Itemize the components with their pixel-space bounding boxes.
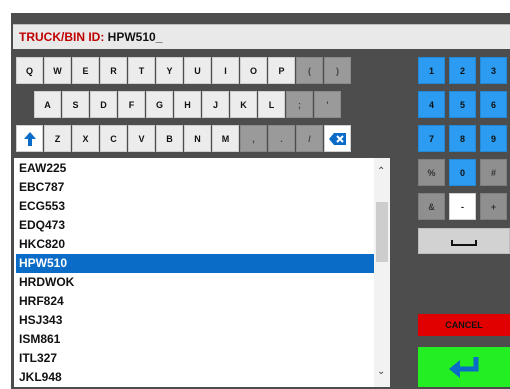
key-3[interactable]: 3 [480, 57, 507, 84]
key-h[interactable]: H [174, 91, 201, 118]
backspace-key[interactable] [324, 125, 351, 152]
list-item[interactable]: EAW225 [16, 159, 375, 178]
key-4[interactable]: 4 [418, 91, 445, 118]
list-item[interactable]: ISM861 [16, 330, 375, 349]
scrollbar-thumb[interactable] [376, 202, 388, 262]
key-o[interactable]: O [240, 57, 267, 84]
key-6[interactable]: 6 [480, 91, 507, 118]
space-key[interactable] [418, 228, 510, 254]
app-window: TRUCK/BIN ID: HPW510_ Q W E R T Y U I O … [11, 13, 510, 389]
list-item[interactable]: EBC787 [16, 178, 375, 197]
key-d[interactable]: D [90, 91, 117, 118]
list-item[interactable]: ECG553 [16, 197, 375, 216]
shift-key[interactable] [16, 125, 43, 152]
key-k[interactable]: K [230, 91, 257, 118]
key-ampersand[interactable]: & [418, 193, 445, 220]
key-j[interactable]: J [202, 91, 229, 118]
scroll-up-icon[interactable]: ⌃ [377, 166, 385, 177]
key-t[interactable]: T [128, 57, 155, 84]
key-open-paren[interactable]: ( [296, 57, 323, 84]
key-9[interactable]: 9 [480, 125, 507, 152]
enter-icon [449, 357, 479, 378]
key-2[interactable]: 2 [449, 57, 476, 84]
truck-id-value: HPW510_ [107, 30, 163, 44]
cancel-button[interactable]: CANCEL [418, 314, 510, 336]
scroll-down-icon[interactable]: ⌄ [377, 366, 385, 377]
key-w[interactable]: W [44, 57, 71, 84]
key-z[interactable]: Z [44, 125, 71, 152]
input-bar[interactable]: TRUCK/BIN ID: HPW510_ [13, 24, 510, 49]
key-semicolon[interactable]: ; [286, 91, 313, 118]
list-item-selected[interactable]: HPW510 [16, 254, 375, 273]
key-b[interactable]: B [156, 125, 183, 152]
space-icon [451, 240, 477, 246]
key-close-paren[interactable]: ) [324, 57, 351, 84]
key-u[interactable]: U [184, 57, 211, 84]
key-f[interactable]: F [118, 91, 145, 118]
key-n[interactable]: N [184, 125, 211, 152]
list-item[interactable]: EDQ473 [16, 216, 375, 235]
key-x[interactable]: X [72, 125, 99, 152]
key-slash[interactable]: / [296, 125, 323, 152]
key-7[interactable]: 7 [418, 125, 445, 152]
key-c[interactable]: C [100, 125, 127, 152]
enter-button[interactable] [418, 347, 510, 387]
truck-id-display: TRUCK/BIN ID: HPW510_ [19, 30, 162, 44]
key-r[interactable]: R [100, 57, 127, 84]
backspace-icon [328, 132, 346, 145]
list-item[interactable]: HSJ343 [16, 311, 375, 330]
list-item[interactable]: ITL327 [16, 349, 375, 368]
key-percent[interactable]: % [418, 159, 445, 186]
truck-id-label: TRUCK/BIN ID: [19, 30, 105, 44]
key-s[interactable]: S [62, 91, 89, 118]
key-hash[interactable]: # [480, 159, 507, 186]
key-minus[interactable]: - [449, 193, 476, 220]
key-g[interactable]: G [146, 91, 173, 118]
key-8[interactable]: 8 [449, 125, 476, 152]
key-v[interactable]: V [128, 125, 155, 152]
list-scrollbar[interactable]: ⌃ ⌄ [374, 158, 390, 387]
key-p[interactable]: P [268, 57, 295, 84]
key-5[interactable]: 5 [449, 91, 476, 118]
arrow-up-icon [23, 131, 36, 146]
key-plus[interactable]: + [480, 193, 507, 220]
key-comma[interactable]: , [240, 125, 267, 152]
list-item[interactable]: HRF824 [16, 292, 375, 311]
key-l[interactable]: L [258, 91, 285, 118]
list-item[interactable]: HRDWOK [16, 273, 375, 292]
key-e[interactable]: E [72, 57, 99, 84]
key-0[interactable]: 0 [449, 159, 476, 186]
key-y[interactable]: Y [156, 57, 183, 84]
list-item[interactable]: JKL948 [16, 368, 375, 387]
key-apostrophe[interactable]: ' [314, 91, 341, 118]
key-period[interactable]: . [268, 125, 295, 152]
truck-id-list[interactable]: EAW225 EBC787 ECG553 EDQ473 HKC820 HPW51… [14, 158, 390, 387]
key-q[interactable]: Q [16, 57, 43, 84]
key-i[interactable]: I [212, 57, 239, 84]
key-a[interactable]: A [34, 91, 61, 118]
key-1[interactable]: 1 [418, 57, 445, 84]
key-m[interactable]: M [212, 125, 239, 152]
list-item[interactable]: HKC820 [16, 235, 375, 254]
